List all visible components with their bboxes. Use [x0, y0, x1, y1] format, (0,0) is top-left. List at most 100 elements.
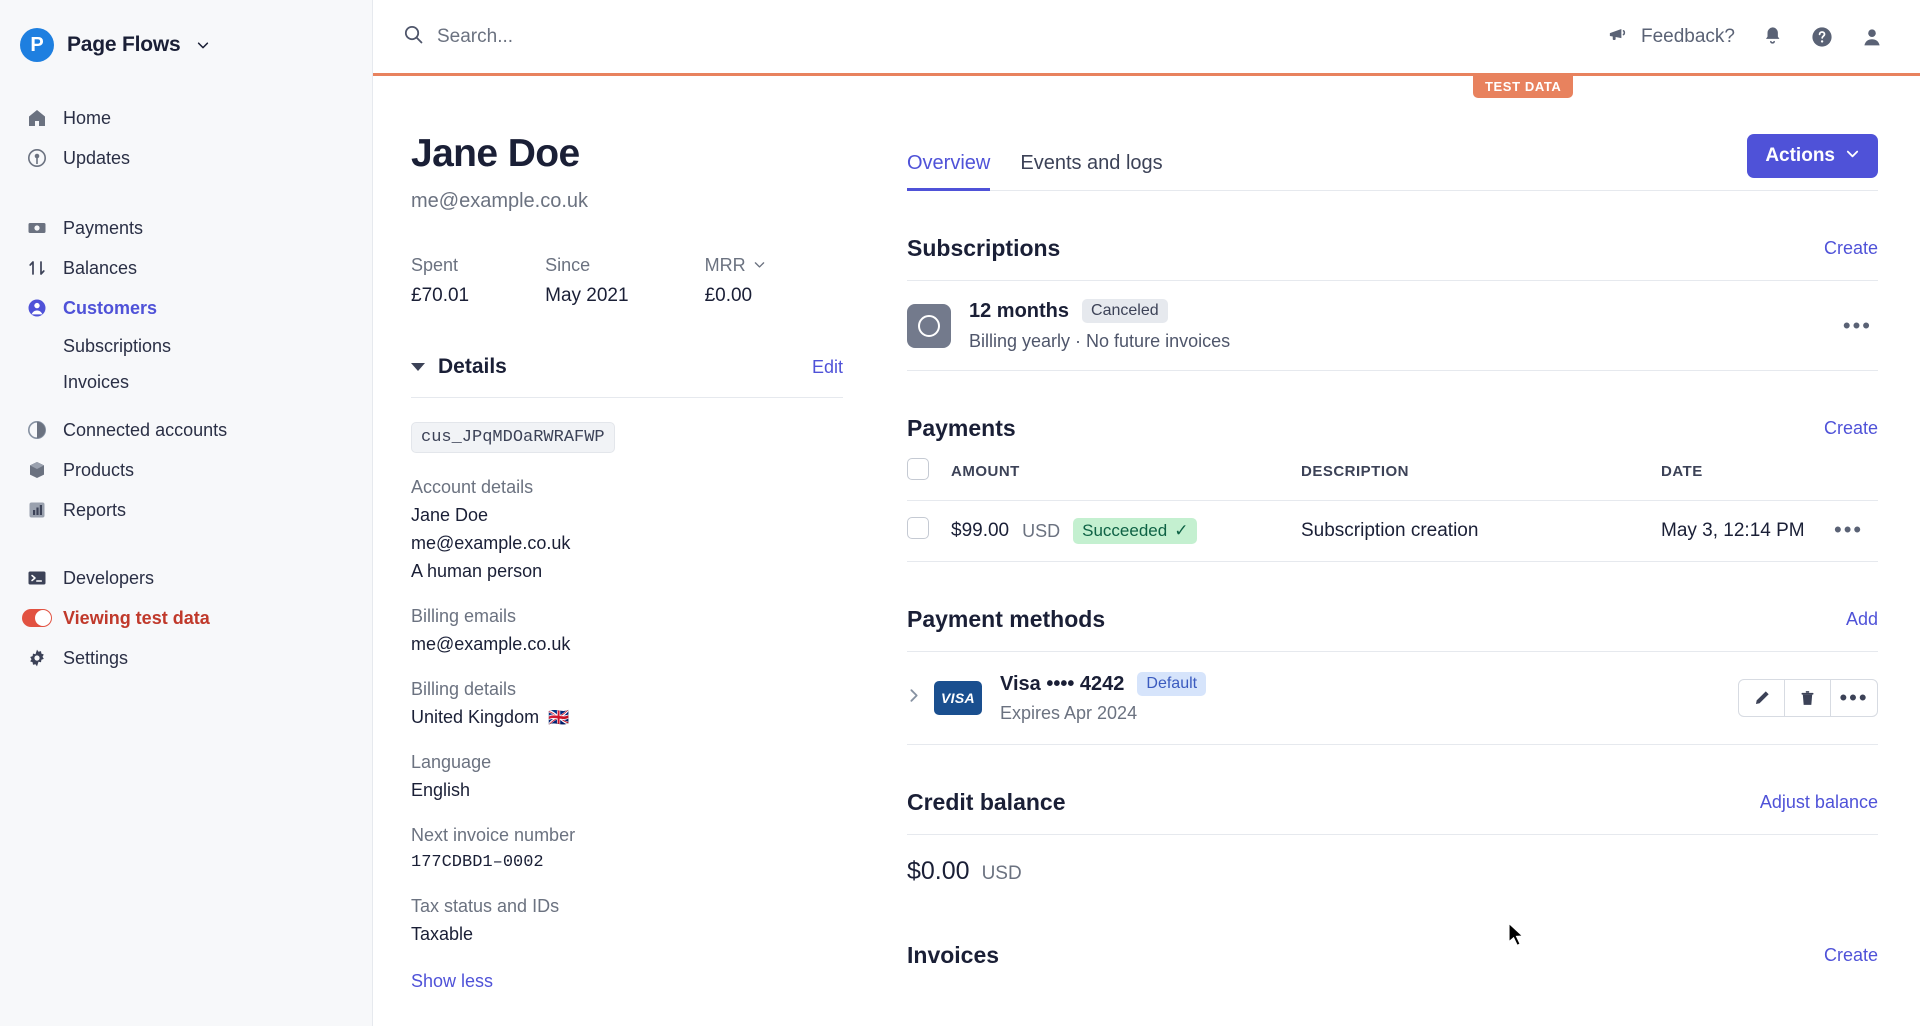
payment-methods-section: Payment methods Add VISA Visa •••• 4242 …	[907, 606, 1878, 745]
payment-date: May 3, 12:14 PM	[1661, 500, 1828, 562]
payments-icon	[26, 217, 48, 239]
subscription-row[interactable]: 12 months Canceled Billing yearly · No f…	[907, 281, 1878, 371]
sidebar-item-settings[interactable]: Settings	[0, 638, 372, 678]
detail-value: Taxable	[411, 924, 474, 944]
overflow-menu-icon[interactable]: •••	[1828, 517, 1869, 542]
credit-balance-value: $0.00 USD	[907, 835, 1878, 886]
sidebar-item-invoices[interactable]: Invoices	[0, 364, 372, 400]
invoices-section: Invoices Create	[907, 942, 1878, 969]
table-row[interactable]: $99.00 USD Succeeded ✓ Subscription crea…	[907, 500, 1878, 562]
detail-label: Next invoice number	[411, 825, 576, 845]
customer-summary-panel: Jane Doe me@example.co.uk Spent £70.01 S…	[373, 76, 873, 1026]
sidebar-item-connected-accounts[interactable]: Connected accounts	[0, 410, 372, 450]
sidebar-item-label: Connected accounts	[63, 419, 228, 440]
detail-value: A human person	[411, 561, 543, 581]
detail-label: Billing emails	[411, 606, 517, 626]
sidebar-item-viewing-test-data[interactable]: Viewing test data	[0, 598, 372, 638]
sidebar-item-products[interactable]: Products	[0, 450, 372, 490]
create-invoice-link[interactable]: Create	[1824, 945, 1878, 966]
stat-value: £0.00	[704, 285, 753, 306]
create-payment-link[interactable]: Create	[1824, 418, 1878, 439]
row-checkbox[interactable]	[907, 517, 929, 539]
detail-value: United Kingdom	[411, 707, 540, 727]
subscription-body: 12 months Canceled Billing yearly · No f…	[969, 299, 1837, 352]
stat-mrr-selector[interactable]: MRR	[705, 255, 766, 276]
stat-label-text: MRR	[704, 255, 746, 275]
status-badge: Canceled	[1082, 299, 1168, 323]
sidebar-item-updates[interactable]: Updates	[0, 138, 372, 178]
sidebar-item-label: Developers	[63, 567, 155, 588]
detail-label: Billing details	[411, 679, 517, 699]
sidebar-item-label: Balances	[63, 257, 138, 278]
triangle-down-icon	[411, 363, 425, 371]
detail-label: Language	[411, 752, 492, 772]
detail-billing-details: Billing details United Kingdom 🇬🇧	[411, 679, 873, 728]
stat-label: Spent	[411, 255, 459, 275]
stat-mrr: MRR £0.00	[705, 255, 766, 307]
section-title: Payments	[907, 415, 1016, 441]
sidebar-item-developers[interactable]: Developers	[0, 558, 372, 598]
sidebar-item-customers[interactable]: Customers	[0, 288, 372, 328]
sidebar-item-reports[interactable]: Reports	[0, 490, 372, 530]
customers-icon	[26, 297, 48, 319]
sidebar-item-home[interactable]: Home	[0, 98, 372, 138]
payment-method-label: Visa •••• 4242	[1000, 672, 1125, 695]
delete-icon[interactable]	[1785, 680, 1831, 716]
chevron-right-icon[interactable]	[907, 687, 920, 710]
status-label: Succeeded	[1082, 521, 1168, 540]
sidebar-item-label: Payments	[63, 217, 144, 238]
sidebar-item-label: Invoices	[63, 371, 130, 392]
add-payment-method-link[interactable]: Add	[1846, 609, 1878, 630]
section-header: Subscriptions Create	[907, 235, 1878, 262]
select-all-checkbox[interactable]	[907, 458, 929, 480]
sidebar-item-balances[interactable]: Balances	[0, 248, 372, 288]
details-toggle[interactable]: Details	[411, 355, 507, 379]
sidebar-item-label: Settings	[63, 647, 129, 668]
overflow-menu-icon[interactable]: •••	[1837, 314, 1878, 337]
section-header: Payment methods Add	[907, 606, 1878, 633]
user-avatar-icon[interactable]	[1860, 25, 1884, 49]
tab-events-and-logs[interactable]: Events and logs	[1020, 152, 1162, 190]
subscription-detail: Billing yearly · No future invoices	[969, 331, 1231, 351]
edit-details-link[interactable]: Edit	[812, 357, 843, 378]
search-input[interactable]: Search...	[403, 24, 1607, 50]
tabs: Overview Events and logs	[907, 152, 1163, 191]
payments-table: AMOUNT DESCRIPTION DATE $99.00 USD Succe…	[907, 442, 1878, 562]
details-header: Details Edit	[411, 355, 843, 379]
toggle-on-icon	[22, 607, 52, 629]
tab-overview[interactable]: Overview	[907, 152, 991, 191]
sidebar-item-subscriptions[interactable]: Subscriptions	[0, 328, 372, 364]
chevron-down-icon	[196, 38, 210, 52]
uk-flag-icon: 🇬🇧	[548, 707, 570, 727]
balances-icon	[26, 257, 48, 279]
bell-icon[interactable]	[1761, 25, 1784, 48]
sidebar-item-label: Home	[63, 107, 112, 128]
payment-method-row[interactable]: VISA Visa •••• 4242 Default Expires Apr …	[907, 652, 1878, 745]
broadcast-icon	[26, 147, 48, 169]
actions-button[interactable]: Actions	[1747, 134, 1878, 178]
column-header-amount: AMOUNT	[951, 442, 1301, 501]
section-title: Payment methods	[907, 606, 1106, 632]
sidebar-item-label: Reports	[63, 499, 127, 520]
section-header: Invoices Create	[907, 942, 1878, 969]
sidebar-item-payments[interactable]: Payments	[0, 208, 372, 248]
brand-name: Page Flows	[67, 33, 181, 56]
detail-tax-status: Tax status and IDs Taxable	[411, 896, 873, 945]
adjust-balance-link[interactable]: Adjust balance	[1760, 792, 1878, 813]
payment-method-actions: •••	[1738, 679, 1878, 717]
payments-section: Payments Create AMOUNT DESCRIPTION DATE	[907, 415, 1878, 562]
create-subscription-link[interactable]: Create	[1824, 238, 1878, 259]
show-less-link[interactable]: Show less	[411, 971, 493, 991]
help-icon[interactable]	[1810, 25, 1834, 49]
detail-label: Account details	[411, 477, 534, 497]
check-icon: ✓	[1174, 521, 1189, 540]
customer-id-chip[interactable]: cus_JPqMDOaRWRAFWP	[411, 422, 615, 453]
more-icon[interactable]: •••	[1831, 680, 1877, 716]
sidebar-item-label: Updates	[63, 147, 131, 168]
connected-accounts-icon	[26, 419, 48, 441]
sidebar-item-label: Customers	[63, 297, 158, 318]
feedback-button[interactable]: Feedback?	[1607, 23, 1735, 51]
customer-detail-panel: Overview Events and logs Actions Subscri…	[873, 76, 1920, 1026]
brand-switcher[interactable]: P Page Flows	[0, 16, 372, 68]
edit-icon[interactable]	[1739, 680, 1785, 716]
